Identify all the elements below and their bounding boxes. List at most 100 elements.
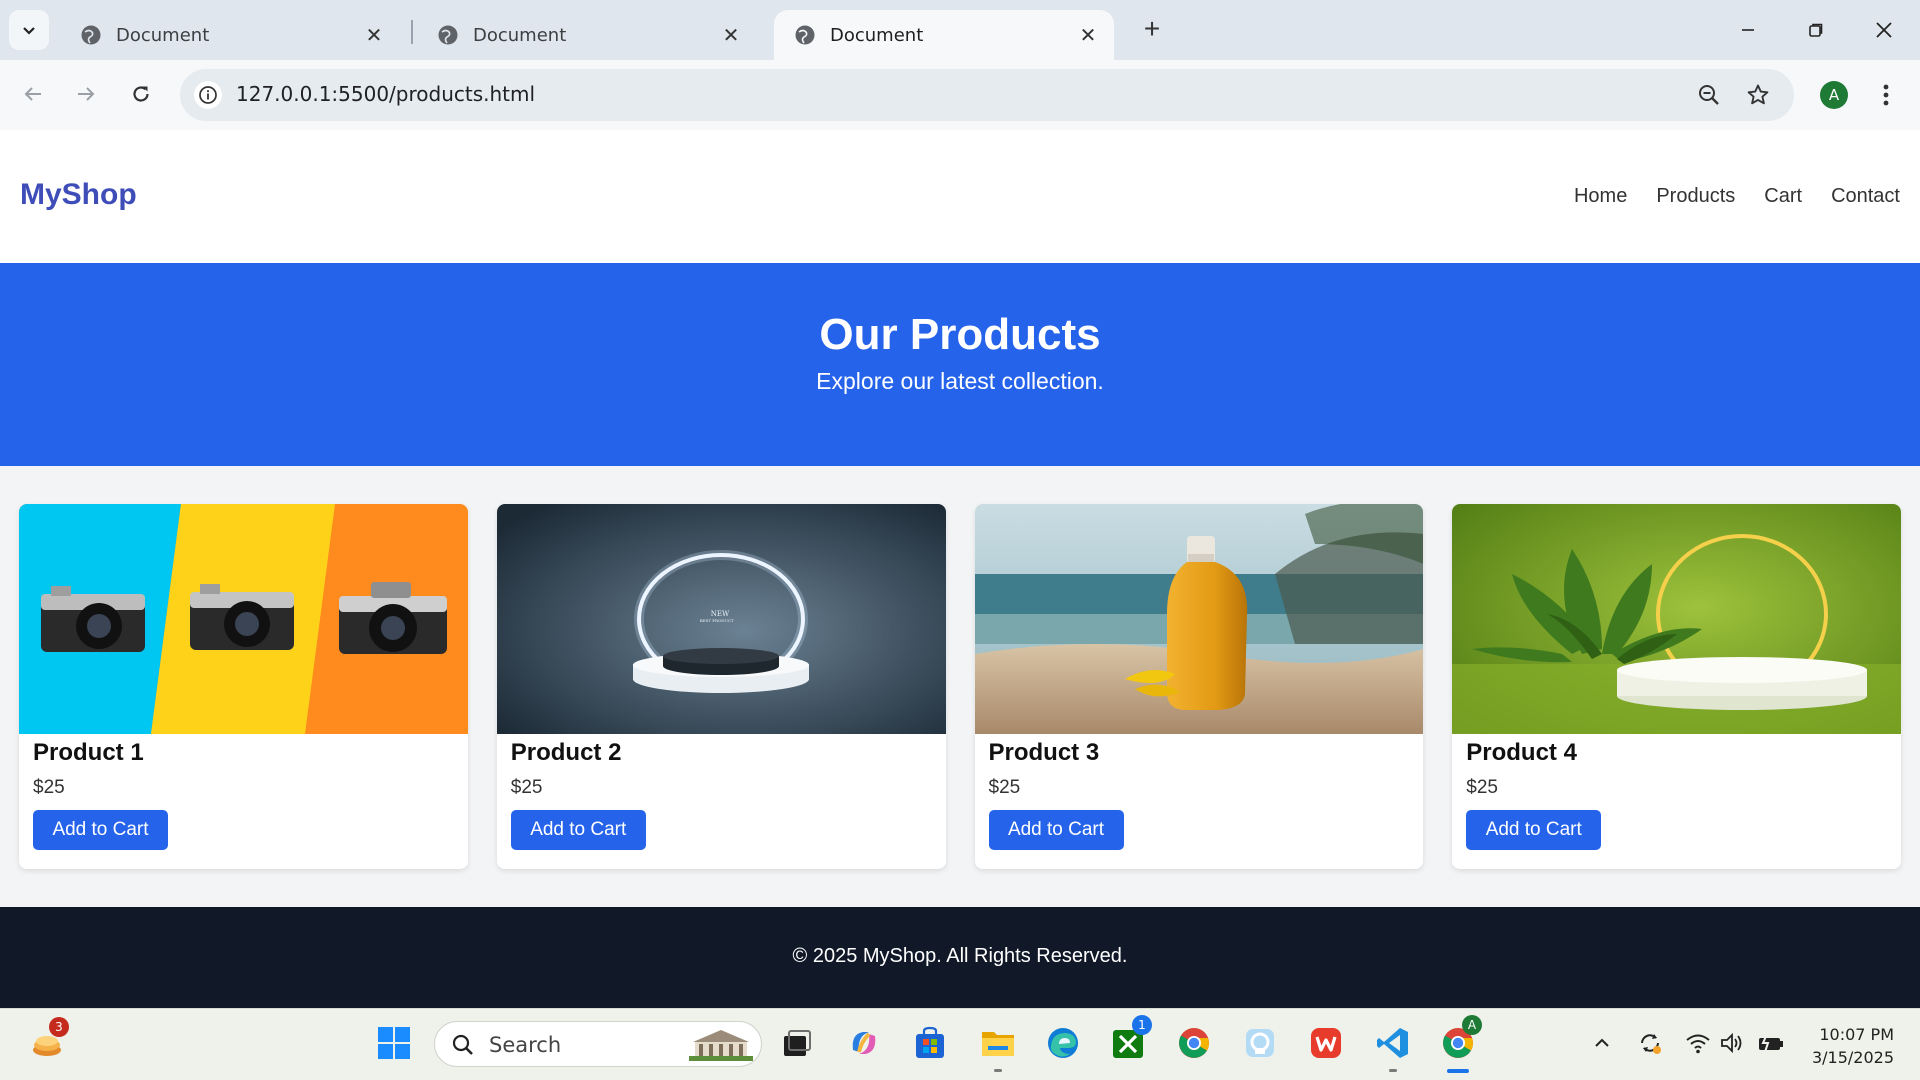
system-clock[interactable]: 10:07 PM 3/15/2025 — [1800, 1023, 1894, 1069]
sync-tray-button[interactable] — [1630, 1023, 1670, 1063]
arrow-right-icon — [78, 87, 95, 101]
close-tab-icon[interactable]: ✕ — [1076, 23, 1100, 47]
app-button[interactable] — [1240, 1023, 1280, 1063]
chevron-up-icon — [1595, 1038, 1609, 1047]
new-tab-button[interactable]: + — [1138, 15, 1166, 44]
tab-search-button[interactable] — [9, 10, 49, 50]
widgets-button[interactable]: 3 — [27, 1017, 69, 1063]
close-window-button[interactable] — [1866, 12, 1902, 48]
show-hidden-icons-button[interactable] — [1582, 1023, 1622, 1063]
product-image: NEW BEST PRODUCT — [496, 504, 946, 734]
windows-taskbar: 3 Search 1 A 10:07 PM 3/15/2025 — [0, 1008, 1920, 1080]
wps-office-button[interactable] — [1306, 1023, 1346, 1063]
battery-button[interactable] — [1751, 1023, 1791, 1063]
file-explorer-button[interactable] — [978, 1023, 1018, 1063]
chrome-active-button[interactable]: A — [1438, 1015, 1482, 1063]
running-indicator — [994, 1069, 1002, 1072]
task-view-button[interactable] — [777, 1023, 817, 1063]
add-to-cart-button[interactable]: Add to Cart — [510, 810, 646, 850]
add-to-cart-button[interactable]: Add to Cart — [33, 810, 168, 850]
tab-title: Document — [116, 24, 210, 46]
zoom-button[interactable] — [1695, 81, 1723, 109]
taskbar-search-box[interactable]: Search — [434, 1021, 762, 1067]
green-podium-leaves-image — [1452, 504, 1901, 734]
search-highlight-icon — [689, 1030, 753, 1061]
image-caption-best-product: BEST PRODUCT — [699, 618, 734, 623]
task-view-icon — [784, 1030, 811, 1056]
app-generic-icon — [1246, 1029, 1274, 1057]
close-tab-icon[interactable]: ✕ — [719, 23, 743, 47]
add-to-cart-button[interactable]: Add to Cart — [1466, 810, 1602, 850]
chrome-profile-badge: A — [1462, 1015, 1482, 1035]
browser-toolbar: 127.0.0.1:5500/products.html A — [0, 60, 1920, 190]
close-icon — [1876, 22, 1892, 38]
product-card: Product 3 $25 Add to Cart — [974, 504, 1424, 869]
tab-title: Document — [473, 24, 567, 46]
sunscreen-beach-image — [974, 504, 1424, 734]
site-nav: Home Products Cart Contact — [1574, 185, 1900, 208]
xbox-button[interactable]: 1 — [1108, 1015, 1152, 1063]
product-price: $25 — [33, 777, 65, 798]
address-bar[interactable]: 127.0.0.1:5500/products.html — [180, 69, 1794, 121]
star-icon — [1747, 84, 1769, 105]
browser-tab-strip: Document ✕ Document ✕ Document ✕ + — [0, 0, 1920, 60]
wifi-icon — [1686, 1034, 1710, 1054]
url-text[interactable]: 127.0.0.1:5500/products.html — [236, 82, 535, 106]
product-name: Product 2 — [510, 739, 622, 766]
browser-tab[interactable]: Document ✕ — [60, 10, 400, 60]
tab-title: Document — [830, 24, 924, 46]
product-price: $25 — [510, 777, 543, 798]
speaker-icon — [1721, 1032, 1742, 1054]
info-icon — [199, 86, 217, 104]
wps-office-icon — [1311, 1028, 1341, 1058]
vintage-cameras-image — [19, 504, 468, 734]
image-caption-new: NEW — [710, 610, 730, 618]
product-card: NEW BEST PRODUCT Product 2 $25 Add to Ca… — [496, 504, 946, 869]
bookmark-button[interactable] — [1744, 81, 1772, 109]
footer-copyright: © 2025 MyShop. All Rights Reserved. — [792, 945, 1128, 967]
site-info-button[interactable] — [194, 81, 222, 109]
notification-badge: 3 — [49, 1017, 69, 1037]
store-icon — [916, 1026, 944, 1058]
product-name: Product 3 — [988, 739, 1100, 766]
restore-button[interactable] — [1798, 12, 1834, 48]
nav-link-cart[interactable]: Cart — [1764, 185, 1802, 208]
running-indicator — [1389, 1069, 1397, 1072]
product-image — [19, 504, 468, 734]
notification-badge: 1 — [1132, 1015, 1152, 1035]
forward-button[interactable] — [68, 76, 104, 112]
close-tab-icon[interactable]: ✕ — [362, 23, 386, 47]
search-icon — [452, 1034, 473, 1055]
product-card: Product 1 $25 Add to Cart — [19, 504, 468, 869]
microsoft-store-button[interactable] — [910, 1023, 950, 1063]
start-button[interactable] — [374, 1023, 414, 1063]
nav-link-products[interactable]: Products — [1656, 185, 1735, 208]
clock-time: 10:07 PM — [1819, 1025, 1894, 1044]
edge-button[interactable] — [1043, 1023, 1083, 1063]
edge-icon — [1048, 1028, 1078, 1058]
windows-logo-icon — [378, 1027, 410, 1059]
nav-link-contact[interactable]: Contact — [1831, 185, 1900, 208]
minimize-button[interactable] — [1730, 12, 1766, 48]
chrome-button[interactable] — [1174, 1023, 1214, 1063]
copilot-icon — [852, 1032, 876, 1054]
site-footer: © 2025 MyShop. All Rights Reserved. — [0, 907, 1920, 1008]
globe-icon — [81, 25, 101, 45]
browser-tab-active[interactable]: Document ✕ — [774, 10, 1114, 60]
browser-tab[interactable]: Document ✕ — [417, 10, 757, 60]
back-button[interactable] — [15, 76, 51, 112]
vscode-button[interactable] — [1373, 1023, 1413, 1063]
page-viewport: MyShop Home Products Cart Contact Our Pr… — [0, 130, 1920, 1008]
restore-icon — [1809, 23, 1823, 37]
volume-button[interactable] — [1712, 1023, 1752, 1063]
folder-icon — [982, 1032, 1014, 1056]
reload-button[interactable] — [123, 76, 159, 112]
site-logo[interactable]: MyShop — [20, 178, 137, 212]
copilot-button[interactable] — [844, 1023, 884, 1063]
search-placeholder: Search — [489, 1033, 562, 1057]
hero-banner: Our Products Explore our latest collecti… — [0, 263, 1920, 466]
nav-link-home[interactable]: Home — [1574, 185, 1627, 208]
profile-avatar[interactable]: A — [1820, 81, 1848, 109]
add-to-cart-button[interactable]: Add to Cart — [988, 810, 1124, 850]
browser-menu-button[interactable] — [1872, 78, 1900, 112]
